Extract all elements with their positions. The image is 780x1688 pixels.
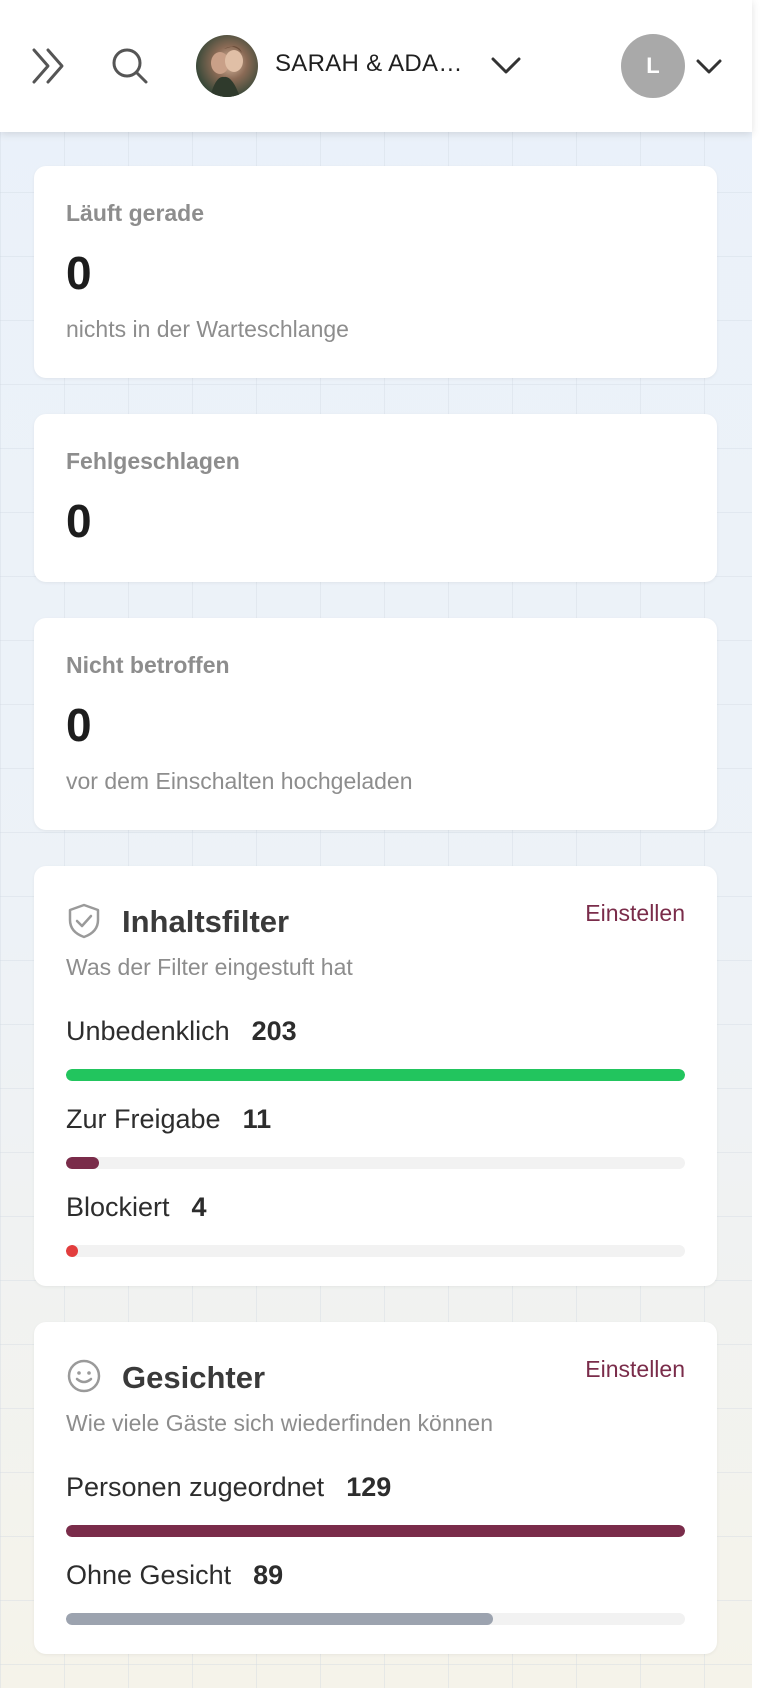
content-filter-settings-link[interactable]: Einstellen [585,900,685,927]
progress-track [66,1613,685,1625]
smiley-icon [67,1359,101,1393]
content-filter-card: Inhaltsfilter Einstellen Was der Filter … [34,866,717,1286]
progress-fill [66,1613,494,1625]
progress-track [66,1157,685,1169]
stat-card-running: Läuft gerade 0 nichts in der Warteschlan… [34,166,717,378]
progress-track [66,1069,685,1081]
progress-fill [66,1245,79,1257]
metric-count: 4 [191,1192,207,1222]
faces-settings-link[interactable]: Einstellen [585,1356,685,1383]
shield-check-icon [68,903,100,939]
stat-card-unaffected: Nicht betroffen 0 vor dem Einschalten ho… [34,618,717,830]
chevron-down-icon[interactable] [490,54,522,78]
metric-name: Blockiert [66,1192,170,1222]
section-title: Inhaltsfilter [122,904,290,939]
metric-name: Personen zugeordnet [66,1472,325,1502]
metric-row-label: Zur Freigabe 11 [66,1104,271,1135]
stat-value: 0 [66,699,92,751]
progress-track [66,1245,685,1257]
stat-label: Nicht betroffen [66,652,230,678]
stat-label: Läuft gerade [66,200,205,226]
section-title: Gesichter [122,1360,266,1395]
progress-fill [66,1525,685,1537]
metric-row-label: Unbedenklich 203 [66,1016,297,1047]
progress-fill [66,1157,100,1169]
metric-name: Unbedenklich [66,1016,230,1046]
metric-row-label: Blockiert 4 [66,1192,207,1223]
stat-card-failed: Fehlgeschlagen 0 [34,414,717,582]
stat-value: 0 [66,495,92,547]
section-subtitle: Wie viele Gäste sich wiederfinden können [66,1410,494,1436]
faces-card: Gesichter Einstellen Wie viele Gäste sic… [34,1322,717,1654]
stat-subtitle: vor dem Einschalten hochgeladen [66,768,413,794]
page-edge [752,0,780,1688]
metric-name: Zur Freigabe [66,1104,221,1134]
chevron-down-icon[interactable] [696,58,722,76]
metric-count: 203 [251,1016,297,1046]
stat-subtitle: nichts in der Warteschlange [66,316,349,342]
progress-fill [66,1069,685,1081]
user-avatar[interactable]: L [621,34,685,98]
double-chevron-right-icon[interactable] [30,44,70,88]
metric-count: 129 [346,1472,392,1502]
progress-track [66,1525,685,1537]
event-avatar[interactable] [196,35,258,97]
metric-row-label: Personen zugeordnet 129 [66,1472,391,1503]
search-icon[interactable] [110,46,150,86]
stat-label: Fehlgeschlagen [66,448,240,474]
metric-count: 11 [242,1104,272,1134]
metric-name: Ohne Gesicht [66,1560,232,1590]
metric-row-label: Ohne Gesicht 89 [66,1560,283,1591]
top-bar: SARAH & ADAM… L [0,0,752,132]
metric-count: 89 [253,1560,284,1590]
event-name[interactable]: SARAH & ADAM… [275,50,471,78]
stat-value: 0 [66,247,92,299]
section-subtitle: Was der Filter eingestuft hat [66,954,353,980]
